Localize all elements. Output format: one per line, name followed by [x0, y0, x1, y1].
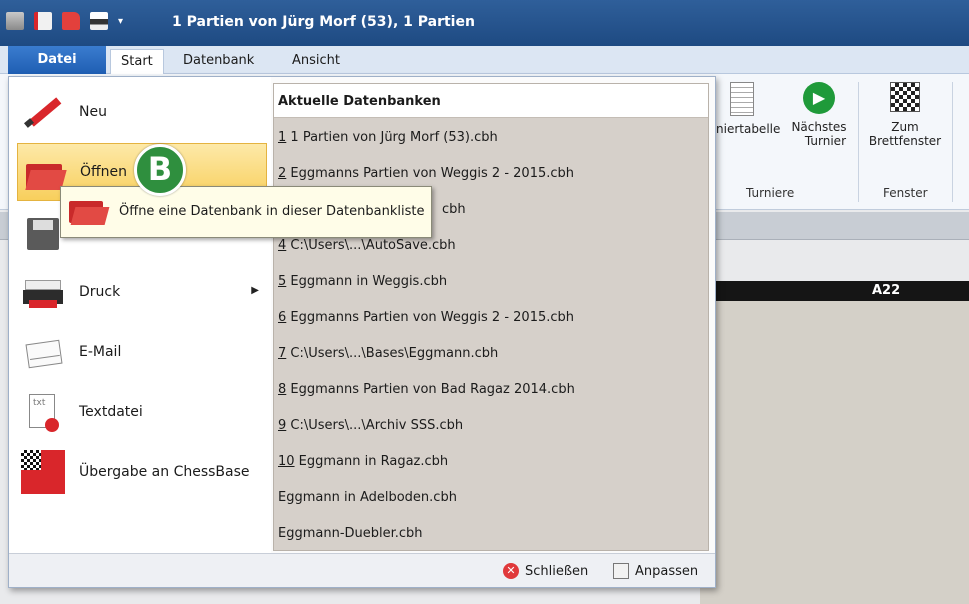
recent-db-item[interactable]: 7 C:\Users\...\Bases\Eggmann.cbh [278, 346, 498, 361]
menu-item-neu[interactable]: Neu [17, 83, 267, 141]
recent-db-item[interactable]: 9 C:\Users\...\Archiv SSS.cbh [278, 418, 463, 433]
pencil-icon [21, 90, 65, 134]
naechstes-turnier-button[interactable]: ▶ Nächstes Turnier [786, 82, 852, 148]
submenu-arrow-icon: ▶ [251, 285, 259, 296]
tab-datei[interactable]: Datei [8, 46, 106, 74]
callout-badge: B [134, 144, 186, 196]
eco-code: A22 [872, 283, 901, 298]
customize-button[interactable]: Anpassen [613, 563, 698, 579]
customize-icon [613, 563, 629, 579]
close-icon: ✕ [503, 563, 519, 579]
customize-qat-icon[interactable]: ▾ [118, 16, 123, 27]
recent-db-item[interactable]: 10 Eggmann in Ragaz.cbh [278, 454, 448, 469]
ribbon-separator [952, 82, 953, 202]
tab-datenbank[interactable]: Datenbank [173, 49, 264, 74]
group-label-turniere: Turniere [746, 186, 795, 200]
ribbon-tab-row: Datei Start Datenbank Ansicht [0, 46, 969, 74]
turniertabelle-button[interactable]: niertabelle [716, 82, 786, 136]
file-menu-footer: ✕ Schließen Anpassen [9, 553, 715, 587]
recent-db-item[interactable]: 5 Eggmann in Weggis.cbh [278, 274, 447, 289]
tooltip-text: Öffne eine Datenbank in dieser Datenbank… [119, 204, 425, 219]
recent-db-item[interactable]: cbh [442, 202, 466, 217]
recent-db-item[interactable]: Eggmann in Adelboden.cbh [278, 490, 457, 505]
recent-databases-panel: Aktuelle Datenbanken 1 1 Partien von Jür… [273, 83, 709, 551]
open-folder-icon[interactable] [62, 12, 80, 30]
title-bar: ▾ 1 Partien von Jürg Morf (53), 1 Partie… [0, 0, 969, 46]
menu-item-uebergabe-chessbase[interactable]: Übergabe an ChessBase [17, 443, 267, 501]
menu-item-textdatei[interactable]: txt Textdatei [17, 383, 267, 441]
text-file-icon: txt [21, 390, 65, 434]
quick-access-toolbar: ▾ [6, 12, 123, 30]
chessboard-icon [890, 82, 920, 112]
recent-db-item[interactable]: 1 1 Partien von Jürg Morf (53).cbh [278, 130, 498, 145]
save-icon [21, 210, 65, 254]
recent-db-item[interactable]: 6 Eggmanns Partien von Weggis 2 - 2015.c… [278, 310, 574, 325]
tab-start[interactable]: Start [110, 49, 164, 74]
next-arrow-icon: ▶ [803, 82, 835, 114]
menu-item-druck[interactable]: Druck ▶ [17, 263, 267, 321]
open-tooltip: Öffne eine Datenbank in dieser Datenbank… [60, 186, 432, 238]
printer-icon [21, 270, 65, 314]
ribbon-separator [858, 82, 859, 202]
recent-db-item[interactable]: Eggmann-Duebler.cbh [278, 526, 423, 541]
recent-db-item[interactable]: 2 Eggmanns Partien von Weggis 2 - 2015.c… [278, 166, 574, 181]
recent-db-item[interactable]: 8 Eggmanns Partien von Bad Ragaz 2014.cb… [278, 382, 575, 397]
group-label-fenster: Fenster [883, 186, 928, 200]
new-icon[interactable] [34, 12, 52, 30]
chessbase-icon [21, 450, 65, 494]
tab-ansicht[interactable]: Ansicht [282, 49, 350, 74]
recent-db-item[interactable]: 4 C:\Users\...\AutoSave.cbh [278, 238, 456, 253]
table-icon [730, 82, 754, 116]
menu-item-email[interactable]: E-Mail [17, 323, 267, 381]
file-menu-commands: Neu Öffnen Druck ▶ E-Mail txt Textdatei … [9, 77, 271, 553]
email-icon [21, 330, 65, 374]
close-menu-button[interactable]: ✕ Schließen [503, 563, 588, 579]
app-icon[interactable] [6, 12, 24, 30]
file-menu: Neu Öffnen Druck ▶ E-Mail txt Textdatei … [8, 76, 716, 588]
print-icon[interactable] [90, 12, 108, 30]
zum-brettfenster-button[interactable]: Zum Brettfenster [862, 82, 948, 148]
folder-open-icon [69, 201, 110, 227]
game-header-bar: A22 [700, 281, 969, 301]
window-title: 1 Partien von Jürg Morf (53), 1 Partien [172, 14, 475, 30]
workspace-area [700, 301, 969, 604]
recent-databases-header: Aktuelle Datenbanken [274, 84, 708, 118]
